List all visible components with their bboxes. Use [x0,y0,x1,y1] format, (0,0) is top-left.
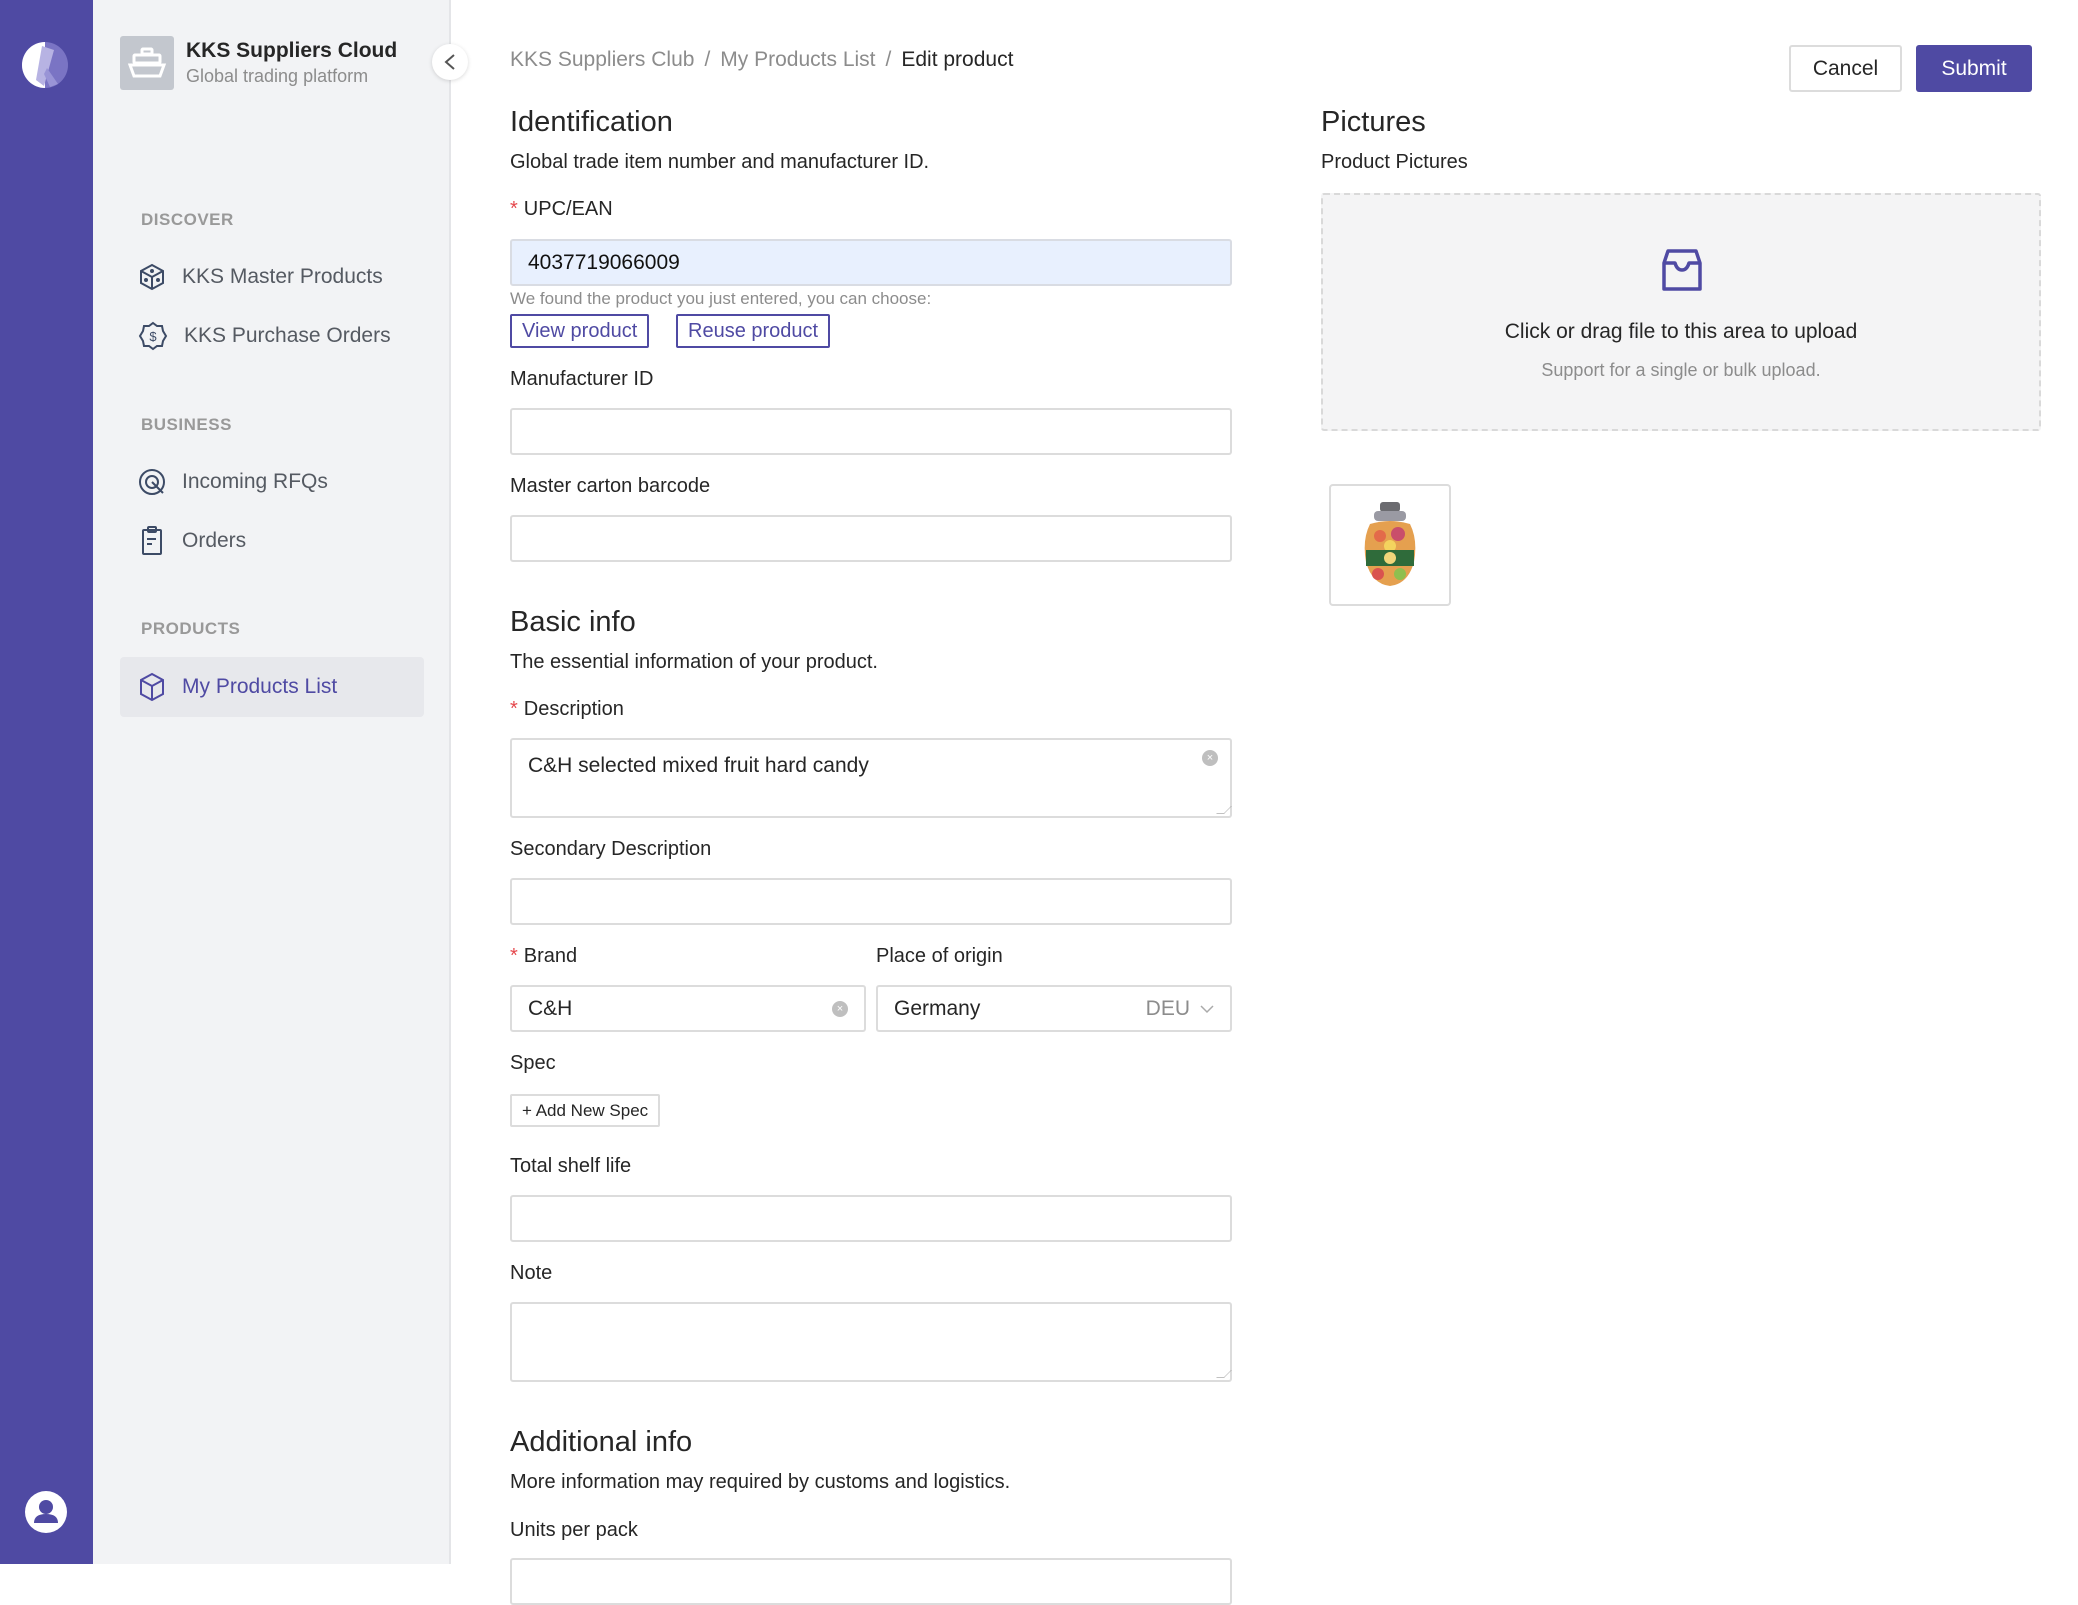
sidebar-item-orders[interactable]: Orders [120,511,424,571]
manufacturer-id-label: Manufacturer ID [510,368,654,390]
note-label: Note [510,1262,553,1284]
clear-description-icon[interactable]: × [1202,750,1218,766]
section-subtitle-additional-info: More information may required by customs… [510,1471,1011,1493]
nav-section-business: BUSINESS [141,415,232,434]
app-rail [0,0,93,1564]
manufacturer-id-input[interactable] [510,408,1232,455]
product-thumbnail[interactable] [1329,484,1451,606]
sidebar-item-incoming-rfqs[interactable]: Incoming RFQs [120,452,424,512]
brand-title: KKS Suppliers Cloud [186,39,398,62]
sidebar-item-label: My Products List [182,675,338,698]
description-value: C&H selected mixed fruit hard candy [528,754,869,777]
upload-hint: Support for a single or bulk upload. [1541,360,1821,380]
units-per-pack-label: Units per pack [510,1519,638,1541]
user-avatar-icon[interactable] [24,1490,68,1534]
origin-select[interactable]: Germany DEU [876,985,1232,1032]
brand: KKS Suppliers Cloud Global trading platf… [120,36,397,90]
candy-jar-image [1364,502,1416,586]
chevron-left-icon [444,54,455,70]
breadcrumb-separator: / [885,48,892,71]
target-icon [139,469,165,495]
sidebar: KKS Suppliers Cloud Global trading platf… [93,0,451,1564]
secondary-description-label: Secondary Description [510,838,712,860]
sidebar-item-label: Orders [182,529,247,552]
brand-input[interactable]: C&H × [510,985,866,1032]
dollar-badge-icon: $ [138,321,168,351]
sidebar-item-label: KKS Master Products [182,265,383,288]
chevron-down-icon [1200,1004,1214,1013]
sidebar-item-label: Incoming RFQs [182,470,328,493]
resize-handle[interactable] [1216,1370,1232,1378]
description-textarea[interactable]: C&H selected mixed fruit hard candy × [510,738,1232,818]
upc-input[interactable]: 4037719066009 [510,239,1232,286]
clipboard-icon [142,526,162,555]
cube-dots-icon [140,263,164,291]
nav-section-products: PRODUCTS [141,619,241,638]
inbox-icon [1659,247,1705,298]
section-subtitle-basic-info: The essential information of your produc… [510,651,878,673]
note-textarea[interactable] [510,1302,1232,1382]
breadcrumb-separator: / [704,48,711,71]
origin-code: DEU [1145,996,1190,1020]
required-asterisk: * [510,198,518,220]
description-label: * Description [510,698,624,720]
carton-barcode-input[interactable] [510,515,1232,562]
breadcrumb-current: Edit product [901,48,1014,71]
cancel-button[interactable]: Cancel [1789,45,1902,92]
section-title-additional-info: Additional info [510,1426,693,1458]
section-title-pictures: Pictures [1321,106,1426,138]
origin-value: Germany [894,996,981,1020]
nav-section-discover: DISCOVER [141,210,234,229]
shelf-life-label: Total shelf life [510,1155,632,1177]
clear-brand-icon[interactable]: × [832,1001,848,1017]
upc-label: * UPC/EAN [510,198,613,220]
upload-text: Click or drag file to this area to uploa… [1504,320,1858,343]
upc-found-hint: We found the product you just entered, y… [510,289,932,308]
resize-handle[interactable] [1216,806,1232,814]
section-subtitle-pictures: Product Pictures [1321,151,1468,173]
ship-icon [120,36,174,90]
units-per-pack-input[interactable] [510,1558,1232,1605]
shelf-life-input[interactable] [510,1195,1232,1242]
submit-button[interactable]: Submit [1916,45,2032,92]
brand-label: * Brand [510,945,578,967]
view-product-button[interactable]: View product [510,314,650,348]
sidebar-item-label: KKS Purchase Orders [184,324,391,347]
required-asterisk: * [510,698,518,720]
brand-value: C&H [528,996,573,1020]
origin-label: Place of origin [876,945,1003,967]
sidebar-item-my-products-list[interactable]: My Products List [120,657,424,717]
section-title-basic-info: Basic info [510,606,636,638]
svg-text:$: $ [149,329,157,344]
spec-label: Spec [510,1052,556,1074]
breadcrumb-link-products[interactable]: My Products List [720,48,875,71]
reuse-product-button[interactable]: Reuse product [676,314,831,348]
carton-barcode-label: Master carton barcode [510,475,711,497]
breadcrumb: KKS Suppliers Club / My Products List / Edit… [510,48,1013,72]
app-logo-icon[interactable] [20,40,70,90]
section-title-identification: Identification [510,106,673,138]
sidebar-item-kks-master-products[interactable]: KKS Master Products [120,247,424,307]
breadcrumb-link-club[interactable]: KKS Suppliers Club [510,48,694,71]
brand-subtitle: Global trading platform [186,66,369,86]
secondary-description-input[interactable] [510,878,1232,925]
collapse-sidebar-button[interactable] [432,44,468,80]
sidebar-item-kks-purchase-orders[interactable]: $ KKS Purchase Orders [120,306,424,366]
upload-dropzone[interactable]: Click or drag file to this area to uploa… [1321,193,2041,431]
cube-icon [140,672,164,702]
add-new-spec-button[interactable]: + Add New Spec [510,1094,661,1127]
required-asterisk: * [510,945,518,967]
section-subtitle-identification: Global trade item number and manufacture… [510,151,930,173]
main-content: KKS Suppliers Club / My Products List / Edit… [451,0,2078,1605]
